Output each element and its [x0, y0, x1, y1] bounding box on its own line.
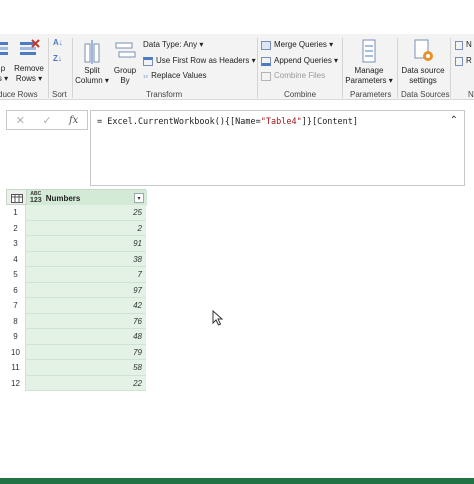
title-strip	[0, 0, 474, 34]
cell-value[interactable]: 48	[26, 329, 146, 345]
separator	[48, 38, 49, 98]
group-label-transform: Transform	[146, 90, 183, 99]
merge-queries-icon	[261, 40, 271, 50]
confirm-icon[interactable]: ✓	[42, 114, 51, 127]
sort-ascending-button[interactable]: A↓	[53, 38, 63, 48]
table-row[interactable]: 11 58	[6, 360, 146, 376]
group-by-button[interactable]: Group By	[110, 38, 140, 86]
row-number[interactable]: 5	[6, 267, 26, 283]
recent-sources-button[interactable]: R	[455, 56, 472, 66]
combine-files-icon	[261, 71, 271, 81]
mouse-cursor-icon	[212, 310, 224, 326]
table-row[interactable]: 9 48	[6, 329, 146, 345]
separator	[397, 38, 398, 98]
separator	[72, 38, 73, 98]
data-source-settings-icon	[414, 39, 433, 61]
cancel-icon[interactable]: ✕	[16, 114, 25, 127]
data-type-dropdown[interactable]: Data Type: Any ▾	[143, 40, 203, 50]
group-label-parameters: Parameters	[350, 90, 392, 99]
group-label-combine: Combine	[284, 90, 317, 99]
remove-rows-icon	[20, 39, 40, 55]
separator	[450, 38, 451, 98]
group-label-new-query: N	[468, 90, 474, 99]
column-name: Numbers	[45, 193, 81, 203]
group-label-data-sources: Data Sources	[401, 90, 450, 99]
table-row[interactable]: 4 38	[6, 251, 146, 267]
row-number[interactable]: 7	[6, 298, 26, 314]
row-number[interactable]: 11	[6, 360, 26, 376]
row-number[interactable]: 8	[6, 313, 26, 329]
table-icon	[10, 193, 23, 203]
sort-descending-button[interactable]: Z↓	[53, 54, 62, 64]
cell-value[interactable]: 79	[26, 344, 146, 360]
manage-parameters-button[interactable]: Manage Parameters ▾	[345, 38, 393, 86]
new-query-icon	[455, 40, 463, 50]
table-row[interactable]: 57	[6, 267, 146, 283]
sort-descending-icon: Z↓	[53, 54, 62, 63]
remove-rows-button[interactable]: Remove Rows ▾	[12, 38, 46, 84]
table-row[interactable]: 7 42	[6, 298, 146, 314]
row-number[interactable]: 3	[6, 236, 26, 252]
table-row[interactable]: 3 91	[6, 236, 146, 252]
cell-value[interactable]: 42	[26, 298, 146, 314]
cell-value[interactable]: 2	[26, 220, 146, 236]
replace-values-icon: ₁₂	[143, 72, 149, 79]
first-row-headers-button[interactable]: Use First Row as Headers ▾	[143, 56, 256, 66]
table-row[interactable]: 1 25	[6, 205, 146, 221]
cell-value[interactable]: 7	[26, 267, 146, 283]
merge-queries-button[interactable]: Merge Queries ▾	[261, 40, 333, 50]
append-queries-button[interactable]: Append Queries ▾	[261, 56, 338, 66]
group-label-sort: Sort	[52, 90, 67, 99]
manage-parameters-icon	[362, 39, 376, 63]
table-row[interactable]: 22	[6, 220, 146, 236]
column-header-numbers[interactable]: ABC 123 Numbers ▾	[27, 190, 147, 206]
group-by-icon	[115, 42, 136, 58]
separator	[257, 38, 258, 98]
cell-value[interactable]: 25	[26, 205, 146, 221]
keep-rows-button[interactable]: p s ▾	[0, 38, 10, 84]
formula-bar[interactable]: = Excel.CurrentWorkbook(){[Name="Table4"…	[90, 110, 465, 186]
row-number[interactable]: 1	[6, 205, 26, 221]
keep-rows-icon	[0, 42, 8, 55]
row-number[interactable]: 12	[6, 375, 26, 391]
cell-value[interactable]: 58	[26, 360, 146, 376]
row-number[interactable]: 6	[6, 282, 26, 298]
cell-value[interactable]: 76	[26, 313, 146, 329]
fx-icon[interactable]: fx	[69, 115, 78, 126]
combine-files-button[interactable]: Combine Files	[261, 71, 325, 81]
any-type-icon[interactable]: ABC 123	[30, 192, 42, 205]
table-row[interactable]: 12 22	[6, 375, 146, 391]
recent-sources-icon	[455, 56, 463, 66]
data-source-settings-button[interactable]: Data source settings	[399, 38, 447, 86]
row-number[interactable]: 4	[6, 251, 26, 267]
split-column-button[interactable]: Split Column ▾	[74, 38, 110, 86]
collapse-formula-icon[interactable]: ⌃	[450, 115, 458, 126]
table-headers-icon	[143, 56, 153, 66]
formula-bar-controls: ✕ ✓ fx	[6, 110, 88, 130]
formula-text[interactable]: = Excel.CurrentWorkbook(){[Name="Table4"…	[97, 117, 358, 127]
row-number[interactable]: 10	[6, 344, 26, 360]
table-row[interactable]: 6 97	[6, 282, 146, 298]
append-queries-icon	[261, 56, 271, 66]
row-number[interactable]: 9	[6, 329, 26, 345]
cell-value[interactable]: 91	[26, 236, 146, 252]
separator	[342, 38, 343, 98]
sort-ascending-icon: A↓	[53, 38, 63, 47]
grid-header: ABC 123 Numbers ▾	[6, 189, 147, 206]
cell-value[interactable]: 97	[26, 282, 146, 298]
status-bar	[0, 478, 474, 484]
new-query-button[interactable]: N	[455, 40, 472, 50]
table-row[interactable]: 10 79	[6, 344, 146, 360]
cell-value[interactable]: 38	[26, 251, 146, 267]
group-label-reduce-rows: duce Rows	[0, 90, 38, 99]
row-number[interactable]: 2	[6, 220, 26, 236]
replace-values-button[interactable]: ₁₂ Replace Values	[143, 71, 207, 81]
cell-value[interactable]: 22	[26, 375, 146, 391]
filter-dropdown-icon[interactable]: ▾	[134, 193, 144, 203]
table-menu-button[interactable]	[7, 190, 27, 206]
split-column-icon	[84, 40, 100, 64]
table-row[interactable]: 8 76	[6, 313, 146, 329]
